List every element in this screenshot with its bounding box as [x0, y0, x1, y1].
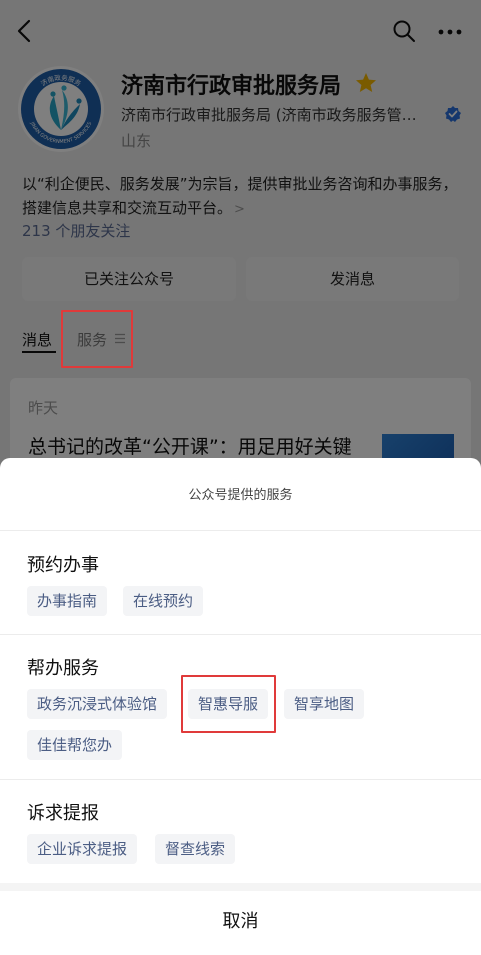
service-item-smart-map[interactable]: 智享地图	[284, 689, 365, 719]
service-item-appointment[interactable]: 在线预约	[123, 586, 204, 616]
divider	[0, 779, 481, 780]
cancel-button[interactable]: 取消	[0, 891, 481, 955]
highlight-smart-guide	[181, 675, 276, 733]
section-title: 帮办服务	[27, 658, 99, 679]
sheet-gap	[0, 883, 481, 891]
divider	[0, 634, 481, 635]
service-item-inspection-clues[interactable]: 督查线索	[155, 834, 236, 864]
section-title: 诉求提报	[27, 803, 99, 824]
service-item-immersive-hall[interactable]: 政务沉浸式体验馆	[27, 689, 168, 719]
highlight-service-tab	[61, 310, 133, 368]
service-item-guide[interactable]: 办事指南	[27, 586, 108, 616]
section-title: 预约办事	[27, 555, 99, 576]
divider	[0, 530, 481, 531]
service-item-enterprise-request[interactable]: 企业诉求提报	[27, 834, 138, 864]
service-item-help-desk[interactable]: 佳佳帮您办	[27, 730, 123, 760]
sheet-title: 公众号提供的服务	[188, 488, 293, 503]
